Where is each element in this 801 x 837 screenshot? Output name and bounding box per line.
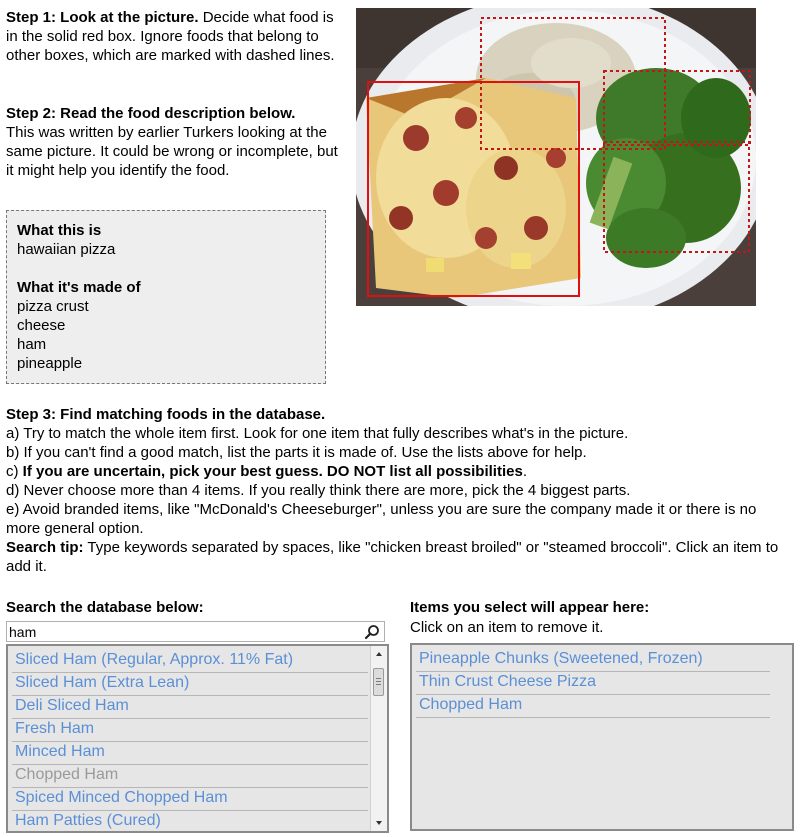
step3-rule-c: c) If you are uncertain, pick your best … bbox=[6, 462, 786, 481]
food-photo bbox=[356, 8, 756, 306]
selected-items-label: Items you select will appear here: bbox=[410, 599, 650, 616]
what-this-is-value: hawaiian pizza bbox=[17, 241, 116, 258]
search-result-item[interactable]: Sliced Ham (Regular, Approx. 11% Fat) bbox=[12, 650, 368, 673]
search-result-item[interactable]: Fresh Ham bbox=[12, 719, 368, 742]
search-results-list: Sliced Ham (Regular, Approx. 11% Fat) Sl… bbox=[6, 644, 389, 833]
step3-instructions: Step 3: Find matching foods in the datab… bbox=[6, 405, 786, 576]
search-result-item[interactable]: Spiced Minced Chopped Ham bbox=[12, 788, 368, 811]
selected-item[interactable]: Pineapple Chunks (Sweetened, Frozen) bbox=[416, 649, 770, 672]
ingredient-item: pineapple bbox=[17, 355, 83, 372]
search-tip-text: Type keywords separated by spaces, like … bbox=[6, 539, 779, 575]
step3-rule-e: e) Avoid branded items, like "McDonald's… bbox=[6, 501, 757, 537]
food-photo-illustration bbox=[356, 8, 756, 306]
step3-heading: Step 3: Find matching foods in the datab… bbox=[6, 406, 326, 423]
results-scrollbar[interactable] bbox=[370, 646, 387, 831]
made-of-label: What it's made of bbox=[17, 279, 141, 296]
search-input[interactable] bbox=[7, 622, 359, 641]
step2-text: This was written by earlier Turkers look… bbox=[6, 124, 338, 179]
search-tip: Search tip: Type keywords separated by s… bbox=[6, 538, 786, 576]
search-result-item[interactable]: Minced Ham bbox=[12, 742, 368, 765]
food-description-box: What this is hawaiian pizza What it's ma… bbox=[6, 210, 326, 384]
search-result-item[interactable]: Ham Patties (Cured) bbox=[12, 811, 368, 831]
step2-heading: Step 2: Read the food description below. bbox=[6, 105, 296, 122]
ingredient-item: ham bbox=[17, 336, 47, 353]
search-box bbox=[6, 621, 385, 642]
selected-items-hint: Click on an item to remove it. bbox=[410, 619, 604, 636]
step3-rule-b: b) If you can't find a good match, list … bbox=[6, 444, 587, 461]
selected-item[interactable]: Thin Crust Cheese Pizza bbox=[416, 672, 770, 695]
ingredient-item: pizza crust bbox=[17, 298, 89, 315]
search-result-item[interactable]: Sliced Ham (Extra Lean) bbox=[12, 673, 368, 696]
step3-rule-d: d) Never choose more than 4 items. If yo… bbox=[6, 482, 631, 499]
rule-c-suffix: . bbox=[522, 463, 527, 480]
selected-items-list: Pineapple Chunks (Sweetened, Frozen) Thi… bbox=[410, 643, 794, 831]
selected-item[interactable]: Chopped Ham bbox=[416, 695, 770, 718]
rule-c-bold: If you are uncertain, pick your best gue… bbox=[22, 463, 523, 480]
step2-instructions: Step 2: Read the food description below.… bbox=[6, 104, 341, 180]
step3-rule-a: a) Try to match the whole item first. Lo… bbox=[6, 425, 629, 442]
search-icon[interactable] bbox=[364, 624, 380, 640]
scroll-down-arrow-icon[interactable] bbox=[371, 815, 387, 831]
ingredient-item: cheese bbox=[17, 317, 66, 334]
step1-heading: Step 1: Look at the picture. bbox=[6, 9, 199, 26]
step1-instructions: Step 1: Look at the picture. Decide what… bbox=[6, 8, 341, 65]
search-result-item-disabled: Chopped Ham bbox=[12, 765, 368, 788]
search-tip-label: Search tip: bbox=[6, 539, 84, 556]
search-label: Search the database below: bbox=[6, 599, 204, 616]
what-this-is-label: What this is bbox=[17, 222, 102, 239]
search-result-item[interactable]: Deli Sliced Ham bbox=[12, 696, 368, 719]
scroll-thumb[interactable] bbox=[373, 668, 384, 696]
rule-c-prefix: c) bbox=[6, 463, 23, 480]
scroll-up-arrow-icon[interactable] bbox=[371, 646, 387, 662]
